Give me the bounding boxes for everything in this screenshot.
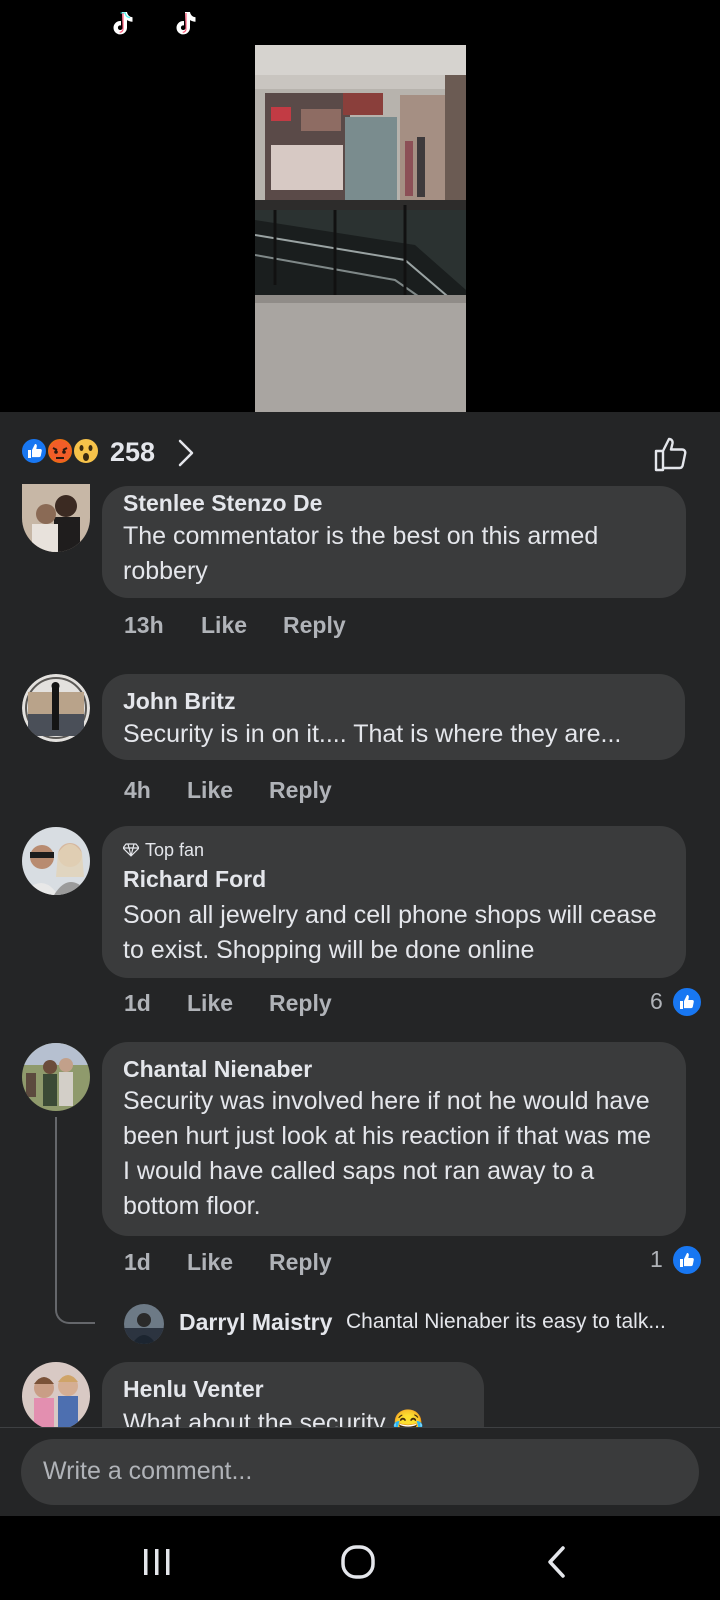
reply-author[interactable]: Darryl Maistry: [179, 1309, 332, 1336]
like-reaction-icon[interactable]: [671, 986, 703, 1018]
like-button[interactable]: Like: [201, 612, 247, 639]
like-reaction-icon[interactable]: [671, 1244, 703, 1276]
reply-button[interactable]: Reply: [269, 1249, 332, 1276]
avatar[interactable]: [22, 484, 90, 552]
avatar[interactable]: [22, 1043, 90, 1111]
comment-bubble[interactable]: Stenlee Stenzo De The commentator is the…: [102, 486, 686, 598]
comment-time[interactable]: 1d: [124, 1249, 151, 1276]
system-navigation-bar: [0, 1516, 720, 1600]
avatar[interactable]: [22, 827, 90, 895]
comment-text: The commentator is the best on this arme…: [123, 522, 599, 585]
thumbs-up-outline-icon[interactable]: [652, 434, 692, 474]
video-area: [0, 0, 720, 412]
comment-time[interactable]: 1d: [124, 990, 151, 1017]
comment-text: Security is in on it.... That is where t…: [123, 720, 622, 748]
chevron-right-icon[interactable]: [176, 438, 196, 468]
mall-video-frame: [255, 45, 466, 412]
comment-reaction-count[interactable]: 6: [650, 988, 663, 1015]
tiktok-logo-icon: [176, 12, 196, 35]
reply-text: Chantal Nienaber its easy to talk...: [346, 1310, 666, 1333]
comment-author[interactable]: John Britz: [123, 688, 235, 715]
like-reaction-icon: [20, 437, 48, 465]
top-fan-badge: Top fan: [122, 840, 205, 861]
like-button[interactable]: Like: [187, 990, 233, 1017]
reply-button[interactable]: Reply: [269, 990, 332, 1017]
comment-input-placeholder: Write a comment...: [43, 1457, 253, 1485]
angry-reaction-icon: [46, 437, 74, 465]
back-icon[interactable]: [545, 1544, 569, 1580]
comment-text: Soon all jewelry and cell phone shops wi…: [123, 901, 657, 964]
comment-bubble[interactable]: Top fan Richard Ford Soon all jewelry an…: [102, 826, 686, 978]
video-player[interactable]: [255, 45, 466, 412]
comment-author[interactable]: Henlu Venter: [123, 1376, 264, 1403]
comment-time[interactable]: 4h: [124, 777, 151, 804]
comment-time[interactable]: 13h: [124, 612, 164, 639]
tiktok-logo-icon: [113, 12, 133, 35]
comment-author[interactable]: Richard Ford: [123, 866, 266, 893]
home-icon[interactable]: [340, 1544, 376, 1580]
top-fan-label: Top fan: [145, 840, 205, 860]
comment-bubble[interactable]: Chantal Nienaber Security was involved h…: [102, 1042, 686, 1236]
avatar[interactable]: [22, 674, 90, 742]
like-button[interactable]: Like: [187, 777, 233, 804]
reply-button[interactable]: Reply: [283, 612, 346, 639]
diamond-icon: [122, 843, 140, 857]
comment-author[interactable]: Chantal Nienaber: [123, 1056, 312, 1083]
comment-bubble[interactable]: John Britz Security is in on it.... That…: [102, 674, 685, 760]
avatar[interactable]: [124, 1304, 164, 1344]
comment-reaction-count[interactable]: 1: [650, 1246, 663, 1273]
reactions-bar: 258: [0, 412, 720, 494]
reply-thread-line: [55, 1117, 95, 1324]
reaction-icons[interactable]: [20, 436, 104, 466]
like-button[interactable]: Like: [187, 1249, 233, 1276]
comment-text: Security was involved here if not he wou…: [123, 1087, 652, 1220]
reply-button[interactable]: Reply: [269, 777, 332, 804]
comment-input[interactable]: Write a comment...: [21, 1439, 699, 1505]
reaction-count[interactable]: 258: [110, 437, 155, 468]
recent-apps-icon[interactable]: [140, 1546, 174, 1578]
wow-reaction-icon: [72, 437, 100, 465]
comment-composer-bar: Write a comment...: [0, 1427, 720, 1517]
avatar[interactable]: [22, 1362, 90, 1430]
comment-author[interactable]: Stenlee Stenzo De: [123, 490, 322, 517]
